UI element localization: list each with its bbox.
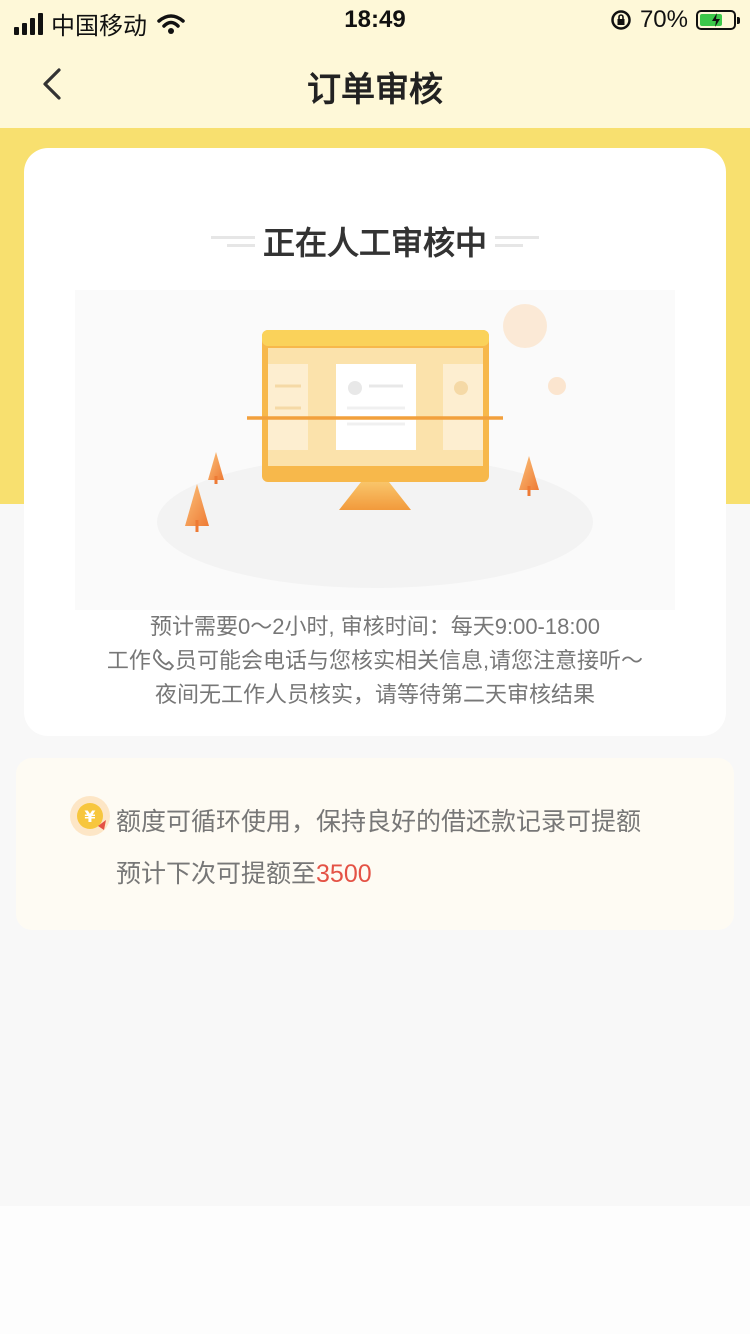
svg-text:¥: ¥ <box>84 807 95 826</box>
promo-text: 额度可循环使用，保持良好的借还款记录可提额 预计下次可提额至3500 <box>116 796 641 900</box>
info-line-2: 工作 员可能会电话与您核实相关信息,请您注意接听～ <box>24 644 726 678</box>
review-info: 预计需要0～2小时, 审核时间：每天9:00-18:00 工作 员可能会电话与您核… <box>24 610 726 712</box>
info-line-2-prefix: 工作 <box>106 648 151 673</box>
status-bar: 中国移动 18:49 70% <box>0 0 750 40</box>
battery-icon <box>696 10 740 30</box>
credit-promo-card: ¥ 额度可循环使用，保持良好的借还款记录可提额 预计下次可提额至3500 <box>16 758 734 930</box>
review-illustration <box>75 290 675 610</box>
promo-amount: 3500 <box>316 860 372 888</box>
promo-line-2: 预计下次可提额至3500 <box>116 848 641 900</box>
title-decoration-left <box>210 235 255 247</box>
info-line-1: 预计需要0～2小时, 审核时间：每天9:00-18:00 <box>150 614 600 639</box>
info-line-3: 夜间无工作人员核实，请等待第二天审核结果 <box>154 682 595 707</box>
charging-bolt-icon <box>712 13 720 27</box>
review-status-card: 正在人工审核中 预计需要0～2小时, 审核时间：每天9:00-18:00 工作 … <box>24 148 726 736</box>
yuan-coin-icon: ¥ <box>70 796 110 836</box>
review-status-title: 正在人工审核中 <box>262 225 487 261</box>
battery-percent: 70% <box>639 6 688 33</box>
promo-line-2-prefix: 预计下次可提额至 <box>116 860 317 888</box>
page-title: 订单审核 <box>307 71 443 109</box>
phone-icon <box>152 649 174 671</box>
status-right: 70% <box>610 6 740 34</box>
nav-bar: 订单审核 <box>0 44 750 124</box>
rotation-lock-icon <box>611 10 631 30</box>
info-line-2-text: 员可能会电话与您核实相关信息,请您注意接听～ <box>174 648 644 673</box>
title-decoration-right <box>495 235 539 247</box>
promo-line-1: 额度可循环使用，保持良好的借还款记录可提额 <box>116 808 642 836</box>
card-title-row: 正在人工审核中 <box>24 218 726 264</box>
bottom-area <box>0 1206 750 1334</box>
